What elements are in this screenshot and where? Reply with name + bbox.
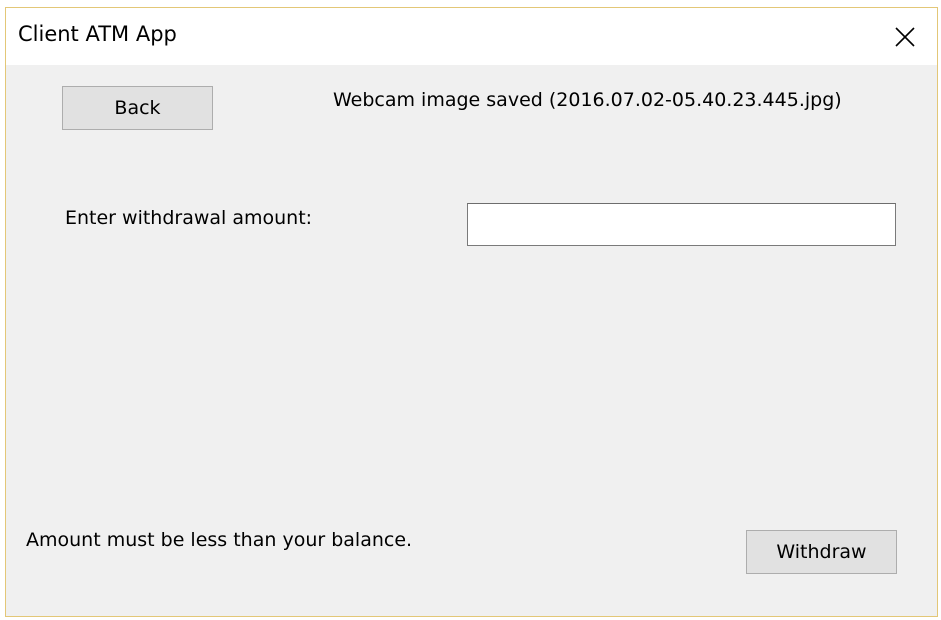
window-title: Client ATM App: [18, 22, 177, 46]
withdrawal-amount-input[interactable]: [467, 203, 896, 246]
back-button[interactable]: Back: [62, 86, 213, 130]
amount-label: Enter withdrawal amount:: [65, 207, 313, 229]
withdraw-button[interactable]: Withdraw: [746, 530, 897, 574]
balance-hint: Amount must be less than your balance.: [26, 529, 413, 551]
close-icon: [895, 26, 915, 47]
status-message: Webcam image saved (2016.07.02-05.40.23.…: [333, 89, 842, 111]
app-window: Client ATM App Back Webcam image saved (…: [5, 7, 938, 617]
close-button[interactable]: [873, 8, 937, 65]
title-bar[interactable]: Client ATM App: [6, 8, 937, 65]
